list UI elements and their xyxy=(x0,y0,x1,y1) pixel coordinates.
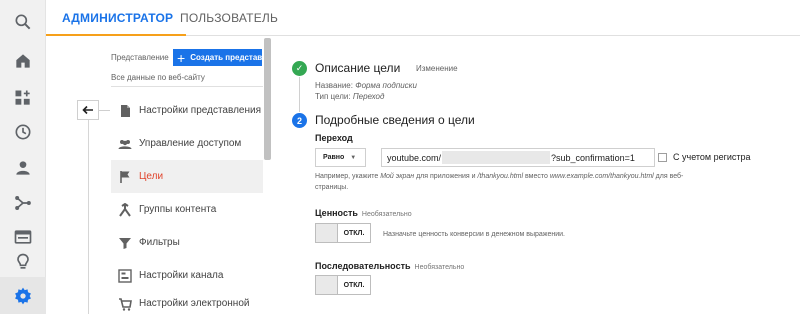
search-icon[interactable] xyxy=(11,10,35,34)
hint-text: вместо xyxy=(523,173,550,180)
view-label: Представление xyxy=(111,53,169,62)
goal-name-line: Название: Форма подписки xyxy=(315,81,417,90)
destination-hint: Например, укажите Мой экран для приложен… xyxy=(315,171,735,193)
channel-icon xyxy=(111,268,139,283)
destination-url-input[interactable]: youtube.com/ ?sub_confirmation=1 xyxy=(381,148,655,167)
create-view-button-label: Создать представл xyxy=(190,53,262,62)
step-connector xyxy=(299,77,300,112)
toggle-knob xyxy=(316,276,338,294)
acquisition-icon[interactable] xyxy=(11,191,35,215)
hint-text-italic: Мой экран xyxy=(380,173,415,180)
content-group-icon xyxy=(111,202,139,217)
view-selector[interactable]: Все данные по веб-сайту xyxy=(111,73,205,82)
sidebar-item-label: Настройки представления xyxy=(139,105,261,116)
step2-title: Подробные сведения о цели xyxy=(315,113,475,127)
connector-line xyxy=(98,110,110,111)
divider xyxy=(111,86,263,87)
filter-icon xyxy=(111,236,139,250)
value-description: Назначьте ценность конверсии в денежном … xyxy=(383,231,565,238)
match-type-value: Равно xyxy=(323,154,345,161)
goal-name-value: Форма подписки xyxy=(355,81,417,90)
left-nav-rail xyxy=(0,0,46,314)
value-toggle[interactable]: ОТКЛ. xyxy=(315,223,371,243)
destination-label: Переход xyxy=(315,133,353,143)
value-label-text: Ценность xyxy=(315,208,358,218)
case-sensitive-label: С учетом регистра xyxy=(673,152,751,162)
goal-type-value: Переход xyxy=(352,92,385,101)
value-optional-text: Необязательно xyxy=(361,211,412,218)
step1-check-icon: ✓ xyxy=(292,61,307,76)
hint-text: страницы. xyxy=(315,184,349,191)
tab-admin-underline xyxy=(46,34,186,36)
sidebar-item-access-management[interactable]: Управление доступом xyxy=(111,127,263,160)
sidebar-item-label: Фильтры xyxy=(139,237,180,248)
tab-admin[interactable]: АДМИНИСТРАТОР xyxy=(62,0,173,36)
hint-text-italic: www.example.com/thankyou.html xyxy=(549,173,654,180)
funnel-label: Последовательность Необязательно xyxy=(315,261,464,271)
goal-type-line: Тип цели: Переход xyxy=(315,92,384,101)
url-prefix: youtube.com/ xyxy=(387,152,442,163)
funnel-label-text: Последовательность xyxy=(315,261,411,271)
clock-icon[interactable] xyxy=(11,120,35,144)
tree-line xyxy=(88,120,89,314)
sidebar-item-label: Настройки электронной xyxy=(139,298,250,309)
hint-text: Например, укажите xyxy=(315,173,381,180)
sidebar-item-content-groups[interactable]: Группы контента xyxy=(111,193,263,226)
lightbulb-icon[interactable] xyxy=(11,250,35,274)
middle-column-scrollbar[interactable] xyxy=(264,38,271,160)
hint-text: для веб- xyxy=(653,173,684,180)
toggle-knob xyxy=(316,224,338,242)
url-suffix: ?sub_confirmation=1 xyxy=(551,152,635,163)
goal-type-label: Тип цели: xyxy=(315,92,351,101)
step1-edit-link[interactable]: Изменение xyxy=(416,64,458,73)
admin-tabs-bar: АДМИНИСТРАТОР ПОЛЬЗОВАТЕЛЬ xyxy=(46,0,800,36)
flag-icon xyxy=(111,170,139,184)
home-icon[interactable] xyxy=(11,49,35,73)
sidebar-item-goals[interactable]: Цели xyxy=(111,160,263,193)
tab-user[interactable]: ПОЛЬЗОВАТЕЛЬ xyxy=(180,0,278,36)
sidebar-item-view-settings[interactable]: Настройки представления xyxy=(111,94,263,127)
sidebar-item-label: Цели xyxy=(139,171,164,182)
person-icon[interactable] xyxy=(11,156,35,180)
match-type-select[interactable]: Равно ▼ xyxy=(315,148,366,167)
step2-number-badge: 2 xyxy=(292,113,307,128)
behavior-icon[interactable] xyxy=(11,225,35,249)
redacted-region xyxy=(442,151,551,164)
hint-text: для приложения и xyxy=(414,173,478,180)
step1-title: Описание цели xyxy=(315,61,401,75)
caret-down-icon: ▼ xyxy=(350,154,357,161)
funnel-optional-text: Необязательно xyxy=(414,264,465,271)
value-label: Ценность Необязательно xyxy=(315,208,412,218)
back-button[interactable] xyxy=(77,100,99,120)
funnel-toggle-label: ОТКЛ. xyxy=(343,281,365,289)
goal-name-label: Название: xyxy=(315,81,353,90)
sidebar-item-label: Группы контента xyxy=(139,204,217,215)
cart-icon xyxy=(111,297,139,311)
people-icon xyxy=(111,137,139,151)
case-sensitive-checkbox[interactable] xyxy=(658,153,667,162)
value-toggle-label: ОТКЛ. xyxy=(343,229,365,237)
gear-icon[interactable] xyxy=(11,284,35,308)
create-view-button[interactable]: + Создать представл xyxy=(173,49,262,66)
sidebar-item-label: Управление доступом xyxy=(139,138,242,149)
funnel-toggle[interactable]: ОТКЛ. xyxy=(315,275,371,295)
plus-icon: + xyxy=(177,49,186,66)
hint-text-italic: /thankyou.html xyxy=(477,173,524,180)
sidebar-item-label: Настройки канала xyxy=(139,270,224,281)
customization-icon[interactable] xyxy=(11,86,35,110)
sidebar-item-filters[interactable]: Фильтры xyxy=(111,226,263,259)
document-icon xyxy=(111,104,139,118)
arrow-left-icon xyxy=(82,105,93,115)
sidebar-item-ecommerce-settings[interactable]: Настройки электронной xyxy=(111,287,263,314)
